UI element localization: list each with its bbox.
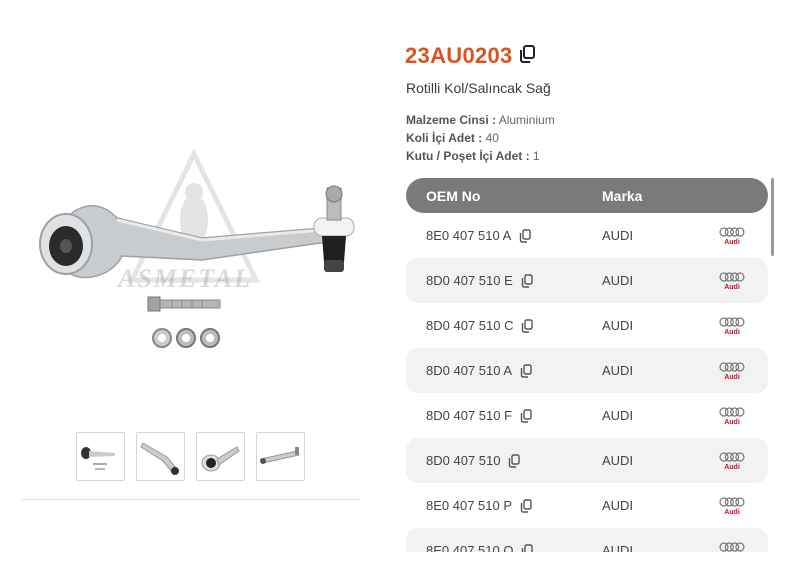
table-scrollbar[interactable] [771,178,774,256]
table-row: 8D0 407 510 C AUDI Audi [406,303,768,348]
oem-number: 8D0 407 510 [426,453,501,468]
logo-text: Audi [724,464,740,471]
watermark-text: ASMETAL [118,264,252,293]
audi-logo-icon: Audi [702,405,762,426]
brand-cell: AUDI [602,318,634,333]
spec-pack-qty: Kutu / Poşet İçi Adet : 1 [406,147,555,165]
spec-list: Malzeme Cinsi : Aluminium Koli İçi Adet … [406,111,555,165]
brand-cell: AUDI [602,498,634,513]
audi-logo-icon: Audi [702,450,762,471]
oem-cell: 8D0 407 510 A [406,363,602,378]
copy-icon[interactable] [520,363,532,378]
brand-cell: AUDI [602,453,634,468]
audi-logo-icon: Audi [702,360,762,381]
logo-text: Audi [724,239,740,246]
audi-logo-icon: Audi [702,270,762,291]
audi-logo-icon: Audi [702,225,762,246]
logo-text: Audi [724,509,740,516]
product-main-image[interactable] [22,140,362,380]
copy-icon[interactable] [519,228,532,243]
oem-cell: 8D0 407 510 C [406,318,602,333]
oem-number: 8D0 407 510 F [426,408,513,423]
oem-cell: 8E0 407 510 P [406,498,602,513]
oem-cell: 8D0 407 510 F [406,408,602,423]
spec-value: 1 [532,149,540,163]
table-row: 8E0 407 510 A AUDI Audi [406,213,768,258]
copy-icon[interactable] [520,498,532,513]
audi-logo-icon: Audi [702,495,762,516]
oem-table-header: OEM No Marka [406,178,768,213]
table-row: 8E0 407 510 QAUDIAudi [406,528,768,554]
oem-cell: 8D0 407 510 E [406,273,602,288]
logo-text: Audi [724,374,740,381]
spec-label: Koli İçi Adet : [406,131,483,145]
copy-icon[interactable] [521,318,534,333]
table-row: 8D0 407 510 A AUDI Audi [406,348,768,393]
spec-box-qty: Koli İçi Adet : 40 [406,129,555,147]
divider [22,499,361,500]
table-fade [400,552,780,573]
brand-cell: AUDI [602,228,634,243]
product-code: 23AU0203 [405,43,513,68]
table-row: 8D0 407 510 E AUDI Audi [406,258,768,303]
copy-icon[interactable] [521,273,533,288]
product-name: Rotilli Kol/Salıncak Sağ [406,80,551,96]
logo-text: Audi [724,284,740,291]
copy-icon[interactable] [508,453,521,468]
product-code-row: 23AU0203 [405,43,535,69]
table-row: 8D0 407 510 AUDI Audi [406,438,768,483]
oem-number: 8E0 407 510 A [426,228,512,243]
audi-logo-icon: Audi [702,315,762,336]
spec-label: Malzeme Cinsi : [406,113,497,127]
thumbnail-2[interactable] [136,432,185,481]
oem-table: OEM No Marka 8E0 407 510 A AUDI Audi 8D0 40… [406,178,768,554]
copy-icon[interactable] [519,44,535,68]
logo-text: Audi [724,419,740,426]
oem-number: 8D0 407 510 C [426,318,514,333]
thumbnail-4[interactable] [256,432,305,481]
spec-value: 40 [485,131,499,145]
header-oem-no: OEM No [426,187,481,204]
logo-text: Audi [724,329,740,336]
oem-cell: 8D0 407 510 [406,453,602,468]
copy-icon[interactable] [520,408,532,423]
oem-number: 8D0 407 510 A [426,363,513,378]
brand-cell: AUDI [602,363,634,378]
spec-value: Aluminium [498,113,555,127]
header-brand: Marka [602,187,643,204]
brand-cell: AUDI [602,408,634,423]
oem-number: 8D0 407 510 E [426,273,513,288]
thumbnail-strip [76,432,305,481]
watermark-logo-icon [127,148,261,283]
table-row: 8E0 407 510 P AUDI Audi [406,483,768,528]
oem-cell: 8E0 407 510 A [406,228,602,243]
table-row: 8D0 407 510 F AUDI Audi [406,393,768,438]
spec-label: Kutu / Poşet İçi Adet : [406,149,530,163]
spec-material: Malzeme Cinsi : Aluminium [406,111,555,129]
brand-cell: AUDI [602,273,634,288]
thumbnail-1[interactable] [76,432,125,481]
thumbnail-3[interactable] [196,432,245,481]
oem-number: 8E0 407 510 P [426,498,513,513]
